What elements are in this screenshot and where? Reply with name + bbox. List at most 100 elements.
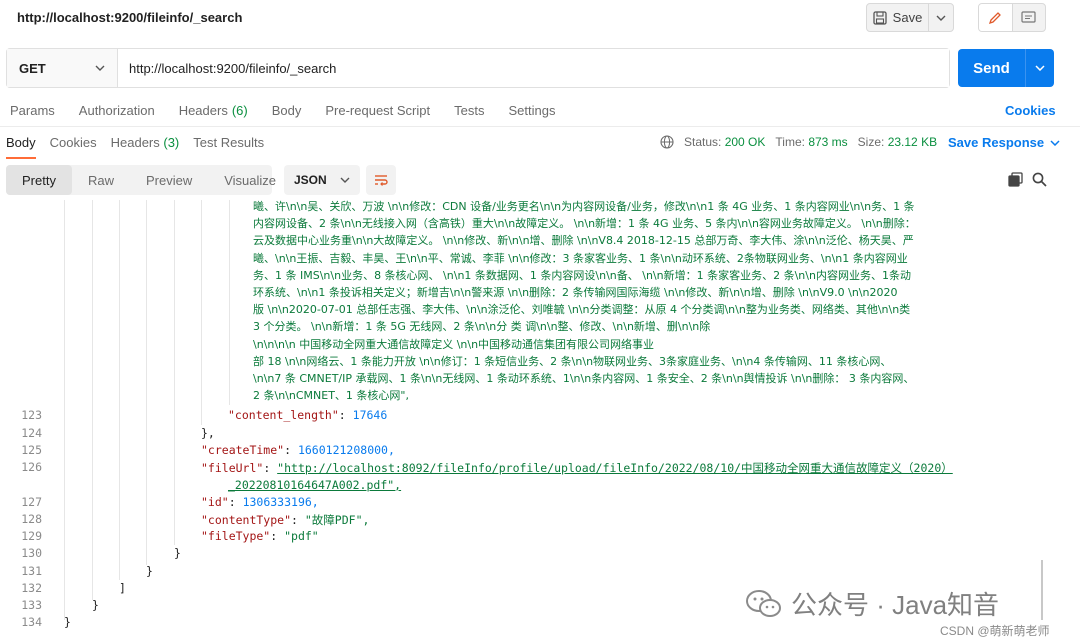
response-body-code[interactable]: 曦、许\n\n吴、关欣、万波 \n\n修改：CDN 设备/业务更名\n\n为内容… (0, 200, 1080, 644)
tab-headers[interactable]: Headers (6) (179, 103, 248, 118)
code-line-close-brace: } (64, 615, 71, 629)
response-headers-label: Headers (110, 135, 160, 150)
line-number: 126 (21, 460, 42, 474)
line-number: 127 (21, 495, 42, 509)
code-line-fileurl-cont: _20220810164647A002.pdf", (228, 478, 401, 492)
copy-button[interactable] (1008, 172, 1023, 190)
line-number: 123 (21, 408, 42, 422)
line-number: 128 (21, 512, 42, 526)
indent-guide (92, 200, 93, 600)
url-bar: GET (6, 48, 950, 88)
indent-guide (201, 200, 202, 425)
tab-response-cookies[interactable]: Cookies (50, 135, 97, 159)
code-line-close-brace: } (174, 546, 181, 560)
cookies-link[interactable]: Cookies (1005, 103, 1056, 118)
tab-prerequest[interactable]: Pre-request Script (325, 103, 430, 118)
chevron-down-icon (1050, 139, 1060, 146)
pencil-icon (989, 11, 1002, 24)
line-number: 131 (21, 564, 42, 578)
chevron-down-icon (340, 177, 350, 183)
save-options-button[interactable] (929, 4, 953, 31)
file-url-link[interactable]: "http://localhost:8092/fileInfo/profile/… (277, 461, 953, 475)
wrapped-line: 版 \n\n2020-07-01 总部任志强、李大伟、\n\n涂泛伦、刘唯毓 \… (253, 303, 911, 317)
wrapped-line: 部 18 \n\n网络云、1 条能力开放 \n\n修订：1 条短信业务、2 条\… (253, 354, 892, 368)
save-label: Save (892, 10, 923, 25)
indent-guide (146, 200, 147, 565)
tab-authorization[interactable]: Authorization (79, 103, 155, 118)
wechat-icon (746, 589, 781, 617)
line-number: 125 (21, 443, 42, 457)
wrap-lines-button[interactable] (366, 165, 396, 195)
json-key: "content_length" (228, 408, 339, 422)
save-response-label: Save Response (948, 135, 1045, 150)
view-pretty[interactable]: Pretty (6, 165, 72, 195)
tab-test-results[interactable]: Test Results (193, 135, 264, 159)
tab-tests[interactable]: Tests (454, 103, 484, 118)
search-icon (1032, 172, 1047, 187)
send-group: Send (958, 49, 1054, 87)
view-visualize[interactable]: Visualize (208, 165, 292, 195)
line-number: 129 (21, 529, 42, 543)
code-line-close-brace: } (146, 564, 153, 578)
status-label: Status: (684, 135, 722, 149)
tab-headers-label: Headers (178, 103, 228, 118)
time-info: Time: 873 ms (775, 135, 847, 149)
copy-icon (1008, 172, 1023, 187)
wrap-lines-icon (375, 175, 388, 186)
watermark-text: 公众号 · Java知音 (791, 590, 1000, 620)
comment-mode-button[interactable] (1013, 4, 1046, 31)
send-options-button[interactable] (1026, 49, 1054, 87)
json-number: 1306333196, (242, 495, 319, 509)
time-value: 873 ms (808, 135, 848, 149)
code-line-close-bracket: ] (119, 581, 126, 595)
save-response-button[interactable]: Save Response (948, 135, 1060, 150)
json-number: 1660121208000, (297, 443, 395, 457)
size-label: Size: (857, 135, 885, 149)
save-button[interactable]: Save (867, 4, 929, 31)
chevron-down-icon (936, 15, 946, 21)
indent-guide (229, 200, 230, 405)
tab-body[interactable]: Body (272, 103, 302, 118)
format-select[interactable]: JSON (284, 165, 360, 195)
wrapped-line: 内容网设备、2 条\n\n无线接入网（含高铁）重大\n\n故障定义。 \n\n新… (253, 217, 916, 231)
scrollbar-thumb[interactable] (1041, 560, 1043, 620)
status-info: Status: 200 OK (684, 135, 765, 149)
time-label: Time: (775, 135, 805, 149)
code-line-id: "id": 1306333196, (201, 495, 319, 509)
method-label: GET (19, 60, 46, 76)
tab-params[interactable]: Params (10, 103, 55, 118)
line-number: 130 (21, 546, 42, 560)
chevron-down-icon (95, 65, 105, 71)
code-line-content-length: "content_length": 17646 (228, 408, 388, 422)
file-url-link-cont[interactable]: _20220810164647A002.pdf", (228, 478, 401, 492)
wrapped-line: 2 条\n\nCMNET、1 条核心网", (253, 389, 409, 403)
view-mode-group: Pretty Raw Preview Visualize (6, 165, 276, 195)
csdn-credit: CSDN @萌新萌老师 (940, 624, 1050, 638)
edit-mode-button[interactable] (979, 4, 1013, 31)
tab-response-headers[interactable]: Headers (3) (111, 135, 180, 159)
json-key: "createTime" (201, 443, 285, 457)
line-number: 132 (21, 581, 42, 595)
wrapped-line: \n\n7 条 CMNET/IP 承载网、1 条\n\n无线网、1 条动环系统、… (253, 372, 915, 386)
divider (0, 126, 1080, 127)
comment-icon (1021, 10, 1036, 23)
line-number: 133 (21, 598, 42, 612)
view-preview[interactable]: Preview (130, 165, 208, 195)
save-group: Save (866, 3, 954, 32)
request-tabs: Params Authorization Headers (6) Body Pre… (10, 103, 579, 118)
json-number: 17646 (352, 408, 388, 422)
view-raw[interactable]: Raw (72, 165, 130, 195)
globe-icon (660, 135, 674, 149)
search-button[interactable] (1032, 172, 1047, 190)
code-line-close-brace: }, (201, 426, 215, 440)
view-toolbar: Pretty Raw Preview Visualize JSON (6, 165, 396, 195)
wrapped-line: 3 个分类。 \n\n新增：1 条 5G 无线网、2 条\n\n分 类 调\n\… (253, 320, 711, 334)
method-select[interactable]: GET (7, 49, 118, 87)
json-key: "id" (201, 495, 229, 509)
tab-settings[interactable]: Settings (508, 103, 555, 118)
code-line-contenttype: "contentType": "故障PDF", (201, 513, 370, 527)
json-string: "故障PDF", (304, 513, 370, 527)
send-button[interactable]: Send (958, 49, 1026, 87)
url-input[interactable] (118, 49, 949, 87)
tab-response-body[interactable]: Body (6, 135, 36, 159)
